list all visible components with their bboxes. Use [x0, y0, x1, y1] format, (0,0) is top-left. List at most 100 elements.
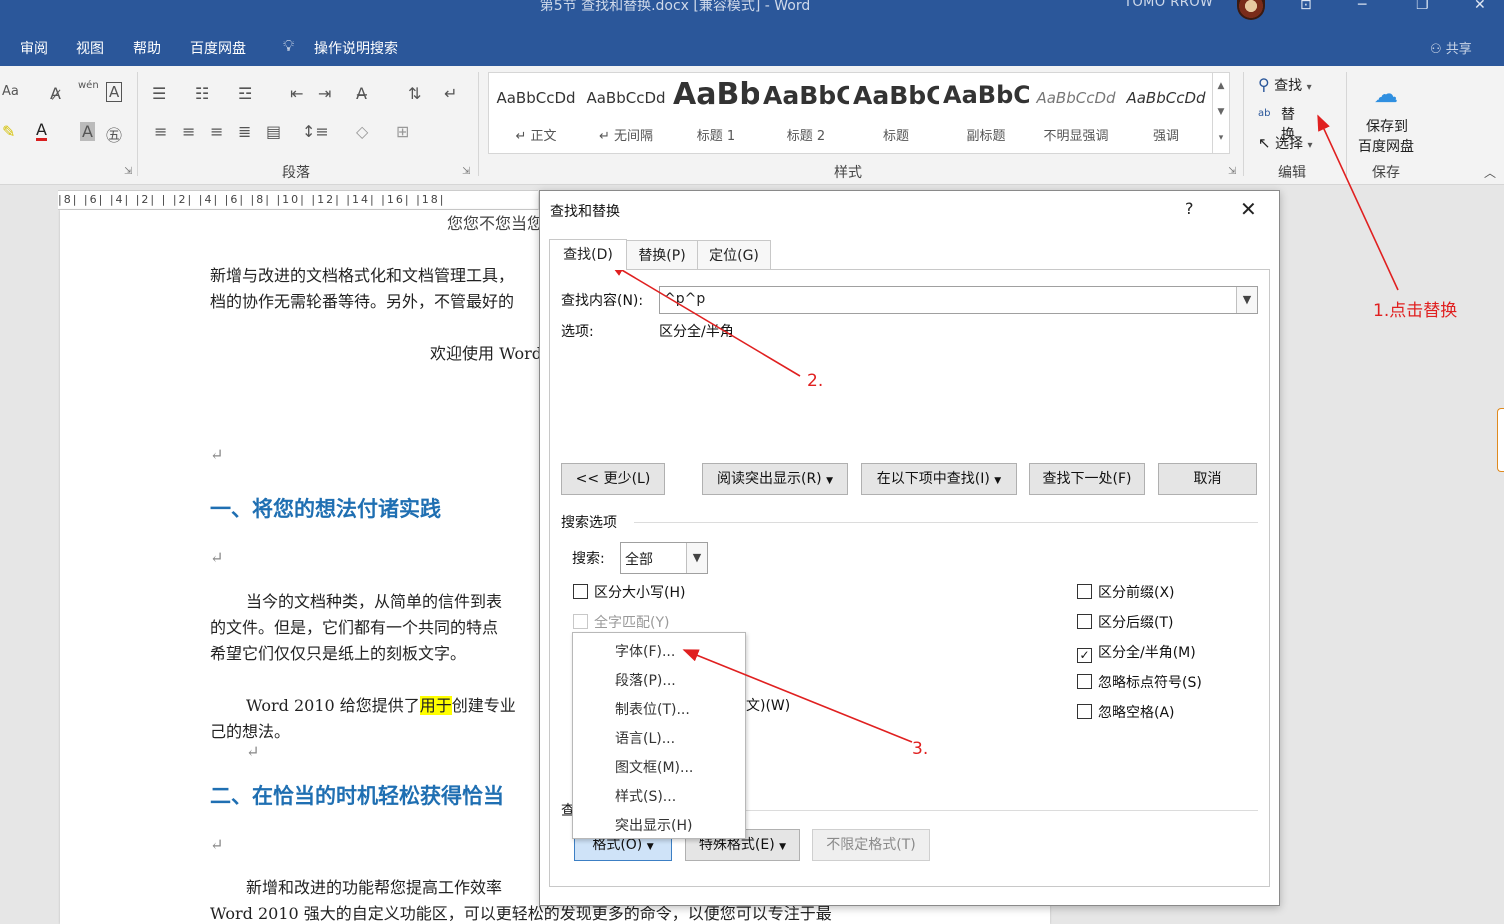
- no-formatting-button: 不限定格式(T): [812, 829, 930, 861]
- chevron-down-icon[interactable]: ▼: [686, 543, 707, 573]
- find-in-button[interactable]: 在以下项中查找(I) ▼: [861, 463, 1017, 495]
- find-button[interactable]: ⚲ 查找 ▾: [1258, 75, 1312, 95]
- char-border-icon[interactable]: A: [106, 82, 123, 102]
- chevron-down-icon[interactable]: ▼: [1236, 287, 1257, 313]
- clear-format-icon[interactable]: A̷: [50, 84, 61, 103]
- match-suffix-checkbox[interactable]: 区分后缀(T): [1077, 612, 1173, 632]
- multilevel-list-icon[interactable]: ☲: [238, 84, 252, 103]
- save-to-baidu-line2[interactable]: 百度网盘: [1358, 136, 1414, 156]
- menu-help[interactable]: 帮助: [133, 38, 161, 58]
- less-button[interactable]: << 更少(L): [561, 463, 665, 495]
- ignore-space-checkbox[interactable]: 忽略空格(A): [1077, 702, 1175, 722]
- char-shading-icon[interactable]: A: [80, 122, 95, 141]
- shading-icon[interactable]: ◇: [356, 122, 368, 141]
- styles-launcher-icon[interactable]: ⇲: [1228, 166, 1236, 177]
- menu-bar: 审阅 视图 帮助 百度网盘 💡︎ 操作说明搜索 ⚇ 共享: [0, 30, 1504, 66]
- match-case-checkbox[interactable]: 区分大小写(H): [573, 582, 685, 602]
- style-title[interactable]: AaBbC 标题: [853, 77, 939, 145]
- menu-item-highlight[interactable]: 突出显示(H): [615, 815, 692, 835]
- chinese-layout-icon[interactable]: A̶: [356, 84, 367, 103]
- menu-view[interactable]: 视图: [76, 38, 104, 58]
- menu-review[interactable]: 审阅: [20, 38, 48, 58]
- menu-item-font[interactable]: 字体(F)...: [615, 641, 675, 661]
- style-subtle-emphasis[interactable]: AaBbCcDd 不明显强调: [1033, 77, 1119, 145]
- collapse-ribbon-icon[interactable]: ︿: [1484, 164, 1496, 181]
- line-spacing-icon[interactable]: ↕≡: [302, 122, 329, 141]
- paragraph-mark: ↵: [210, 445, 224, 464]
- reading-highlight-button[interactable]: 阅读突出显示(R) ▼: [702, 463, 848, 495]
- numbering-icon[interactable]: ☷: [195, 84, 209, 103]
- align-left-icon[interactable]: ≡: [154, 122, 167, 141]
- bullets-icon[interactable]: ☰: [152, 84, 166, 103]
- close-icon[interactable]: ✕: [1240, 197, 1257, 221]
- style-subtitle[interactable]: AaBbC 副标题: [943, 77, 1029, 145]
- restore-ribbon-icon[interactable]: ⊡: [1300, 0, 1312, 13]
- gallery-scroll[interactable]: ▲ ▼ ▾: [1212, 73, 1229, 153]
- match-prefix-checkbox[interactable]: 区分前缀(X): [1077, 582, 1175, 602]
- menu-item-style[interactable]: 样式(S)...: [615, 786, 676, 806]
- highlight-icon[interactable]: ✎: [2, 122, 15, 141]
- help-icon[interactable]: ?: [1185, 199, 1194, 218]
- doc-line: 档的协作无需轮番等待。另外，不管最好的: [210, 292, 515, 311]
- search-direction-select[interactable]: 全部 ▼: [620, 542, 708, 574]
- user-name[interactable]: TOMO RROW: [1124, 0, 1213, 10]
- justify-icon[interactable]: ≣: [238, 122, 251, 141]
- enclose-char-icon[interactable]: ㊄: [106, 122, 122, 146]
- menu-item-frame[interactable]: 图文框(M)...: [615, 757, 693, 777]
- borders-icon[interactable]: ⊞: [396, 122, 409, 141]
- heading-2: 二、在恰当的时机轻松获得恰当: [210, 783, 504, 808]
- paragraph-launcher-icon[interactable]: ⇲: [462, 166, 470, 177]
- baidu-cloud-icon[interactable]: ☁: [1374, 80, 1398, 108]
- whole-word-checkbox: 全字匹配(Y): [573, 612, 669, 632]
- select-button[interactable]: ↖ 选择 ▾: [1258, 133, 1313, 153]
- close-icon[interactable]: ✕: [1474, 0, 1486, 13]
- find-what-input[interactable]: ^p^p ▼: [659, 286, 1258, 314]
- styles-gallery: AaBbCcDd ↵ 正文 AaBbCcDd ↵ 无间隔 AaBb 标题 1 A…: [488, 72, 1230, 154]
- style-normal[interactable]: AaBbCcDd ↵ 正文: [493, 77, 579, 145]
- distributed-icon[interactable]: ▤: [266, 122, 281, 141]
- share-button[interactable]: ⚇ 共享: [1430, 38, 1472, 57]
- cancel-button[interactable]: 取消: [1158, 463, 1257, 495]
- show-marks-icon[interactable]: ↵: [444, 84, 457, 103]
- style-heading2[interactable]: AaBbC 标题 2: [763, 77, 849, 145]
- menu-item-paragraph[interactable]: 段落(P)...: [615, 670, 676, 690]
- font-color-icon[interactable]: A: [36, 122, 47, 141]
- format-menu: 字体(F)... 段落(P)... 制表位(T)... 语言(L)... 图文框…: [572, 632, 746, 839]
- checkbox-box: [573, 584, 588, 599]
- annotation-1: 1.点击替换: [1373, 301, 1458, 321]
- tab-replace[interactable]: 替换(P): [626, 240, 698, 269]
- annotation-2: 2.: [807, 371, 824, 391]
- minimize-icon[interactable]: ─: [1358, 0, 1366, 13]
- align-right-icon[interactable]: ≡: [210, 122, 223, 141]
- change-case-button[interactable]: Aa: [2, 84, 19, 99]
- tab-find[interactable]: 查找(D): [549, 239, 627, 270]
- tab-goto[interactable]: 定位(G): [697, 240, 771, 269]
- doc-line: 新增与改进的文档格式化和文档管理工具，: [210, 266, 515, 285]
- dialog-launcher-icon[interactable]: ⇲: [124, 166, 132, 177]
- sort-icon[interactable]: ⇅: [408, 84, 421, 103]
- tell-me-search[interactable]: 操作说明搜索: [314, 38, 398, 58]
- increase-indent-icon[interactable]: ⇥: [318, 84, 331, 103]
- menu-item-language[interactable]: 语言(L)...: [615, 728, 675, 748]
- replace-button[interactable]: ab 替换: [1258, 104, 1295, 143]
- scroll-handle[interactable]: [1497, 408, 1504, 472]
- maximize-icon[interactable]: ❐: [1416, 0, 1429, 13]
- menu-baidu[interactable]: 百度网盘: [190, 38, 246, 58]
- ignore-punct-checkbox[interactable]: 忽略标点符号(S): [1077, 672, 1202, 692]
- phonetic-guide-icon[interactable]: wén: [78, 80, 99, 91]
- style-no-spacing[interactable]: AaBbCcDd ↵ 无间隔: [583, 77, 669, 145]
- styles-group-label: 样式: [834, 165, 862, 181]
- doc-line: 的文件。但是，它们都有一个共同的特点: [210, 618, 499, 637]
- save-to-baidu-line1[interactable]: 保存到: [1366, 116, 1408, 136]
- match-width-checkbox[interactable]: ✓ 区分全/半角(M): [1077, 642, 1196, 663]
- search-icon: ⚲: [1258, 75, 1270, 94]
- decrease-indent-icon[interactable]: ⇤: [290, 84, 303, 103]
- style-heading1[interactable]: AaBb 标题 1: [673, 77, 759, 145]
- avatar[interactable]: [1237, 0, 1265, 20]
- align-center-icon[interactable]: ≡: [182, 122, 195, 141]
- horizontal-ruler[interactable]: |8| |6| |4| |2| | |2| |4| |6| |8| |10| |…: [58, 190, 538, 210]
- menu-item-tabs[interactable]: 制表位(T)...: [615, 699, 690, 719]
- doc-line: 希望它们仅仅只是纸上的刻板文字。: [210, 644, 467, 663]
- style-emphasis[interactable]: AaBbCcDd 强调: [1123, 77, 1209, 145]
- find-next-button[interactable]: 查找下一处(F): [1029, 463, 1145, 495]
